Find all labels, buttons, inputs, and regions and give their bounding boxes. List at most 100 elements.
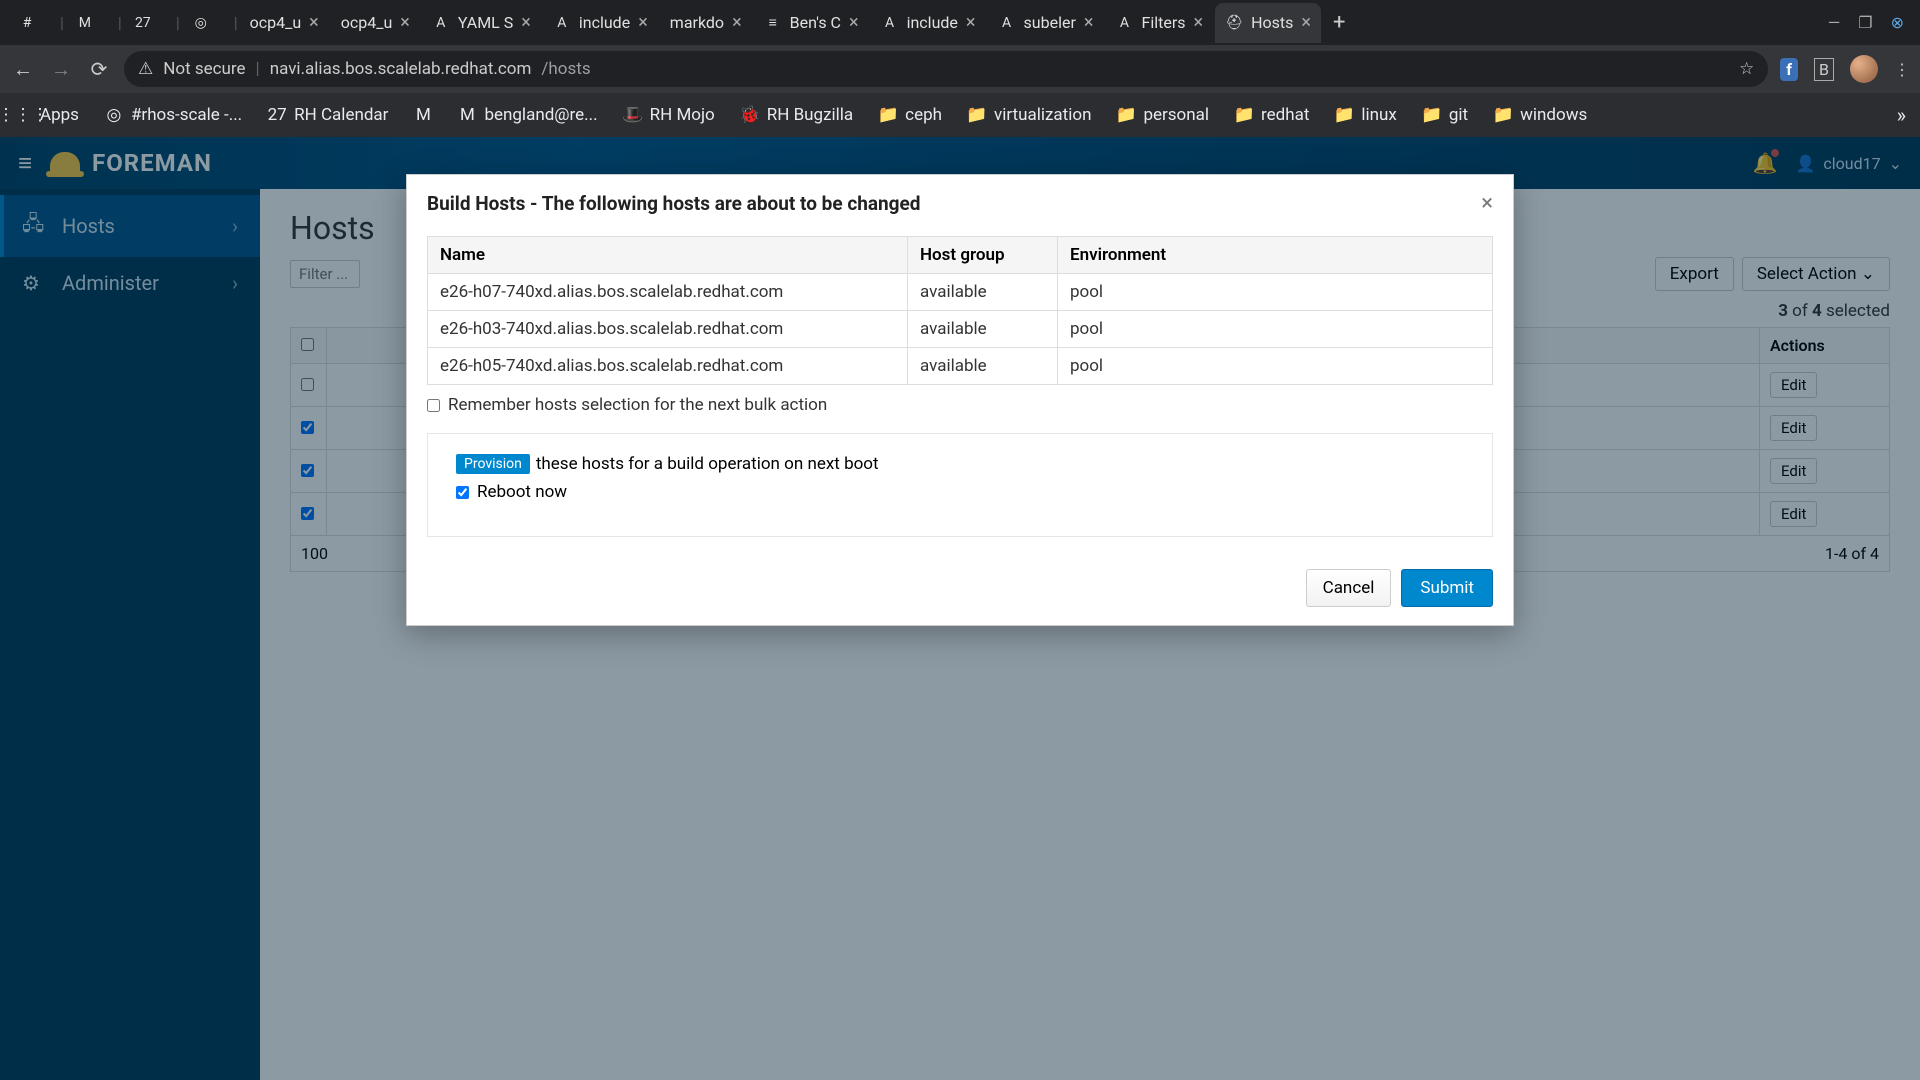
browser-tab[interactable]: markdo× [660,3,752,43]
bookmark-item[interactable]: ◎#rhos-scale -... [105,105,242,125]
remember-label: Remember hosts selection for the next bu… [448,395,827,415]
bookmarks-overflow[interactable]: » [1897,103,1906,127]
bookmark-item[interactable]: 📁 windows [1494,105,1587,125]
browser-tab[interactable]: ≡Ben's C× [754,3,869,43]
bookmark-item[interactable]: M [414,106,432,124]
bookmark-icon: ⋮⋮⋮ [14,106,32,124]
bookmark-icon: 📁 [1117,106,1135,124]
cancel-button[interactable]: Cancel [1306,569,1392,607]
tab-close-icon[interactable]: × [1301,12,1311,33]
reboot-row[interactable]: Reboot now [456,482,1464,502]
bookmark-item[interactable]: ⋮⋮⋮ Apps [14,105,79,125]
bookmark-icon: M [414,106,432,124]
tab-close-icon[interactable]: × [309,12,319,33]
bookmark-label: windows [1520,105,1587,125]
mcol-env[interactable]: Environment [1058,237,1493,274]
bookmark-icon: 🎩 [624,106,642,124]
remember-checkbox-row[interactable]: Remember hosts selection for the next bu… [427,395,1493,415]
tab-close-icon[interactable]: × [849,12,859,33]
bookmark-icon: M [458,106,476,124]
window-maximize[interactable]: ❐ [1858,13,1872,32]
tab-favicon: ◎ [192,14,210,32]
bookmark-item[interactable]: 📁personal [1117,105,1209,125]
mcol-name[interactable]: Name [428,237,908,274]
cell-env: pool [1058,274,1493,311]
browser-tab[interactable]: Ainclude× [543,3,658,43]
browser-tab[interactable]: ocp4_u × [331,3,420,43]
tab-close-icon[interactable]: × [638,12,648,33]
build-hosts-modal: Build Hosts - The following hosts are ab… [406,174,1514,626]
back-button[interactable]: ← [10,57,36,82]
tab-label: ocp4_u [341,13,393,32]
modal-title: Build Hosts - The following hosts are ab… [427,192,921,215]
browser-tab[interactable]: ocp4_u× [240,3,329,43]
tab-label: Hosts [1251,13,1293,32]
bookmark-icon: 📁 [1494,106,1512,124]
browser-tab[interactable]: ◎ [182,3,232,43]
address-bar: ← → ⟳ ⚠ Not secure | navi.alias.bos.scal… [0,45,1920,93]
star-icon[interactable]: ☆ [1739,59,1754,79]
browser-tab[interactable]: AFilters× [1105,3,1213,43]
bookmark-label: RH Mojo [650,105,715,125]
browser-tab[interactable]: AYAML S× [422,3,541,43]
cell-name: e26-h05-740xd.alias.bos.scalelab.redhat.… [428,348,908,385]
provision-badge: Provision [456,454,530,474]
tab-favicon: A [432,14,450,32]
bookmark-item[interactable]: Mbengland@re... [458,105,597,125]
security-text: Not secure [163,59,245,79]
remember-checkbox[interactable] [427,399,440,412]
window-close[interactable]: ⊗ [1891,13,1904,32]
browser-tab[interactable]: Ainclude× [871,3,986,43]
reload-button[interactable]: ⟳ [86,57,112,81]
bookmark-item[interactable]: 📁redhat [1235,105,1309,125]
bookmark-item[interactable]: 📁virtualization [968,105,1091,125]
bookmark-label: #rhos-scale -... [131,105,242,125]
tab-label: Ben's C [790,13,841,32]
modal-header: Build Hosts - The following hosts are ab… [407,175,1513,232]
mcol-group[interactable]: Host group [908,237,1058,274]
bookmark-item[interactable]: 📁git [1423,105,1468,125]
profile-avatar[interactable] [1850,55,1878,83]
bookmark-label: Apps [40,105,79,125]
tab-label: include [907,13,958,32]
tab-close-icon[interactable]: × [1084,12,1094,33]
ext-icon-1[interactable]: f [1780,58,1798,81]
bookmark-item[interactable]: 27RH Calendar [268,105,388,125]
new-tab-button[interactable]: + [1323,10,1355,35]
url-field[interactable]: ⚠ Not secure | navi.alias.bos.scalelab.r… [124,51,1768,87]
close-icon[interactable]: × [1481,191,1493,216]
browser-tab[interactable]: M [66,3,116,43]
bookmark-item[interactable]: 📁ceph [879,105,942,125]
browser-tab[interactable]: 27 [124,3,174,43]
browser-tab[interactable]: ⛑ Hosts × [1215,3,1321,43]
reboot-checkbox[interactable] [456,486,469,499]
modal-table-row: e26-h03-740xd.alias.bos.scalelab.redhat.… [428,311,1493,348]
tab-favicon: A [1115,14,1133,32]
cell-env: pool [1058,311,1493,348]
tab-close-icon[interactable]: × [966,12,976,33]
bookmark-icon: 🐞 [741,106,759,124]
menu-icon[interactable]: ⋮ [1894,60,1910,79]
bookmark-label: bengland@re... [484,105,597,125]
window-controls: — ❐ ⊗ [1828,13,1912,32]
browser-tab[interactable]: Asubeler× [988,3,1104,43]
tab-close-icon[interactable]: × [732,12,742,33]
submit-button[interactable]: Submit [1401,569,1493,607]
forward-button[interactable]: → [48,57,74,82]
bookmark-icon: 📁 [1335,106,1353,124]
window-minimize[interactable]: — [1828,13,1841,32]
tab-close-icon[interactable]: × [1194,12,1204,33]
cell-env: pool [1058,348,1493,385]
bookmark-icon: 📁 [968,106,986,124]
bookmark-item[interactable]: 🎩 RH Mojo [624,105,715,125]
bookmark-item[interactable]: 📁linux [1335,105,1396,125]
browser-tab[interactable]: # [8,3,58,43]
tab-label: include [579,13,630,32]
modal-table-row: e26-h07-740xd.alias.bos.scalelab.redhat.… [428,274,1493,311]
tab-favicon: # [18,14,36,32]
ext-icon-2[interactable]: B [1814,58,1834,81]
bookmark-item[interactable]: 🐞RH Bugzilla [741,105,853,125]
tab-close-icon[interactable]: × [400,12,410,33]
tab-favicon: ⛑ [1225,14,1243,32]
tab-close-icon[interactable]: × [521,12,531,33]
